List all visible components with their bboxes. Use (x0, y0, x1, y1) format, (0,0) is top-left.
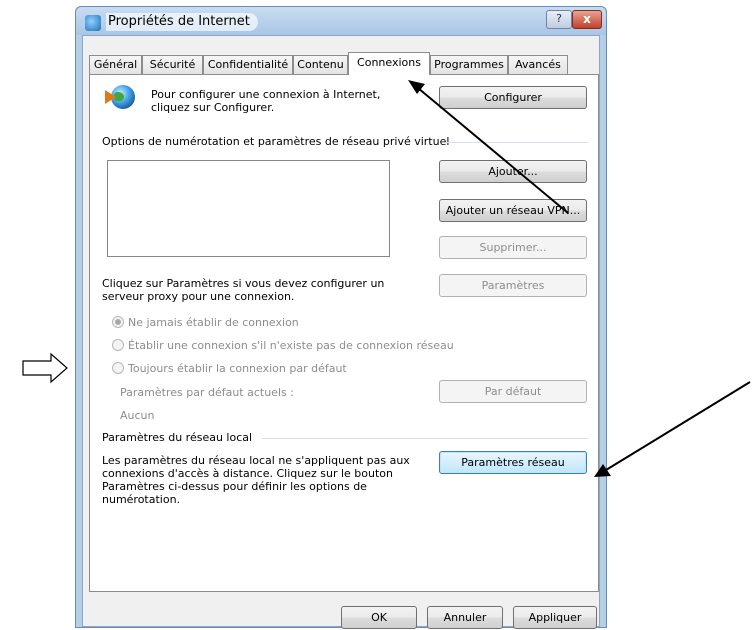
current-default-value: Aucun (120, 409, 155, 422)
tab-advanced[interactable]: Avancés (508, 55, 568, 74)
annotation-arrow-lan-settings (594, 381, 751, 477)
radio-dial-when-no-network[interactable] (112, 339, 124, 351)
current-default-label: Paramètres par défaut actuels : (120, 386, 294, 399)
dialup-group-title: Options de numérotation et paramètres de… (102, 135, 450, 148)
internet-options-icon (85, 15, 101, 31)
setup-arrow-icon (105, 90, 116, 104)
add-button[interactable]: Ajouter... (439, 160, 587, 183)
add-vpn-button[interactable]: Ajouter un réseau VPN... (439, 199, 587, 222)
connections-panel: Pour configurer une connexion à Internet… (89, 74, 599, 592)
radio-always-dial[interactable] (112, 362, 124, 374)
lan-info-text: Les paramètres du réseau local ne s'appl… (102, 454, 410, 506)
ok-button[interactable]: OK (341, 606, 417, 629)
tab-content[interactable]: Contenu (293, 55, 348, 74)
radio-dial-when-no-network-label: Établir une connexion s'il n'existe pas … (128, 339, 454, 352)
cancel-button[interactable]: Annuler (427, 606, 503, 629)
annotation-hollow-arrow (22, 352, 68, 384)
lan-settings-button[interactable]: Paramètres réseau (439, 451, 587, 474)
lan-group-title: Paramètres du réseau local (102, 431, 253, 444)
radio-always-dial-label: Toujours établir la connexion par défaut (128, 362, 347, 375)
title-bar[interactable]: Propriétés de Internet ? x (76, 7, 606, 35)
window-title: Propriétés de Internet (106, 13, 258, 31)
radio-never-dial-label: Ne jamais établir de connexion (128, 316, 299, 329)
tab-security[interactable]: Sécurité (142, 55, 203, 74)
close-button[interactable]: x (572, 10, 602, 29)
remove-button[interactable]: Supprimer... (439, 236, 587, 259)
setup-text: Pour configurer une connexion à Internet… (151, 88, 381, 114)
dialog-client-area: Général Sécurité Confidentialité Contenu… (82, 35, 600, 629)
configure-button[interactable]: Configurer (439, 86, 587, 109)
tab-programs[interactable]: Programmes (430, 55, 508, 74)
settings-button[interactable]: Paramètres (439, 274, 587, 297)
tab-strip: Général Sécurité Confidentialité Contenu… (89, 52, 599, 75)
tab-privacy[interactable]: Confidentialité (203, 55, 293, 74)
help-button[interactable]: ? (546, 10, 572, 29)
set-default-button[interactable]: Par défaut (439, 380, 587, 403)
apply-button[interactable]: Appliquer (513, 606, 597, 629)
dialup-group-divider (445, 142, 588, 143)
lan-group-divider (262, 438, 588, 439)
proxy-info-text: Cliquez sur Paramètres si vous devez con… (102, 277, 385, 303)
radio-never-dial[interactable] (112, 316, 124, 328)
connections-list[interactable] (107, 160, 390, 257)
tab-connections[interactable]: Connexions (348, 52, 430, 75)
internet-properties-window: Propriétés de Internet ? x Général Sécur… (75, 6, 607, 629)
tab-general[interactable]: Général (89, 55, 142, 74)
